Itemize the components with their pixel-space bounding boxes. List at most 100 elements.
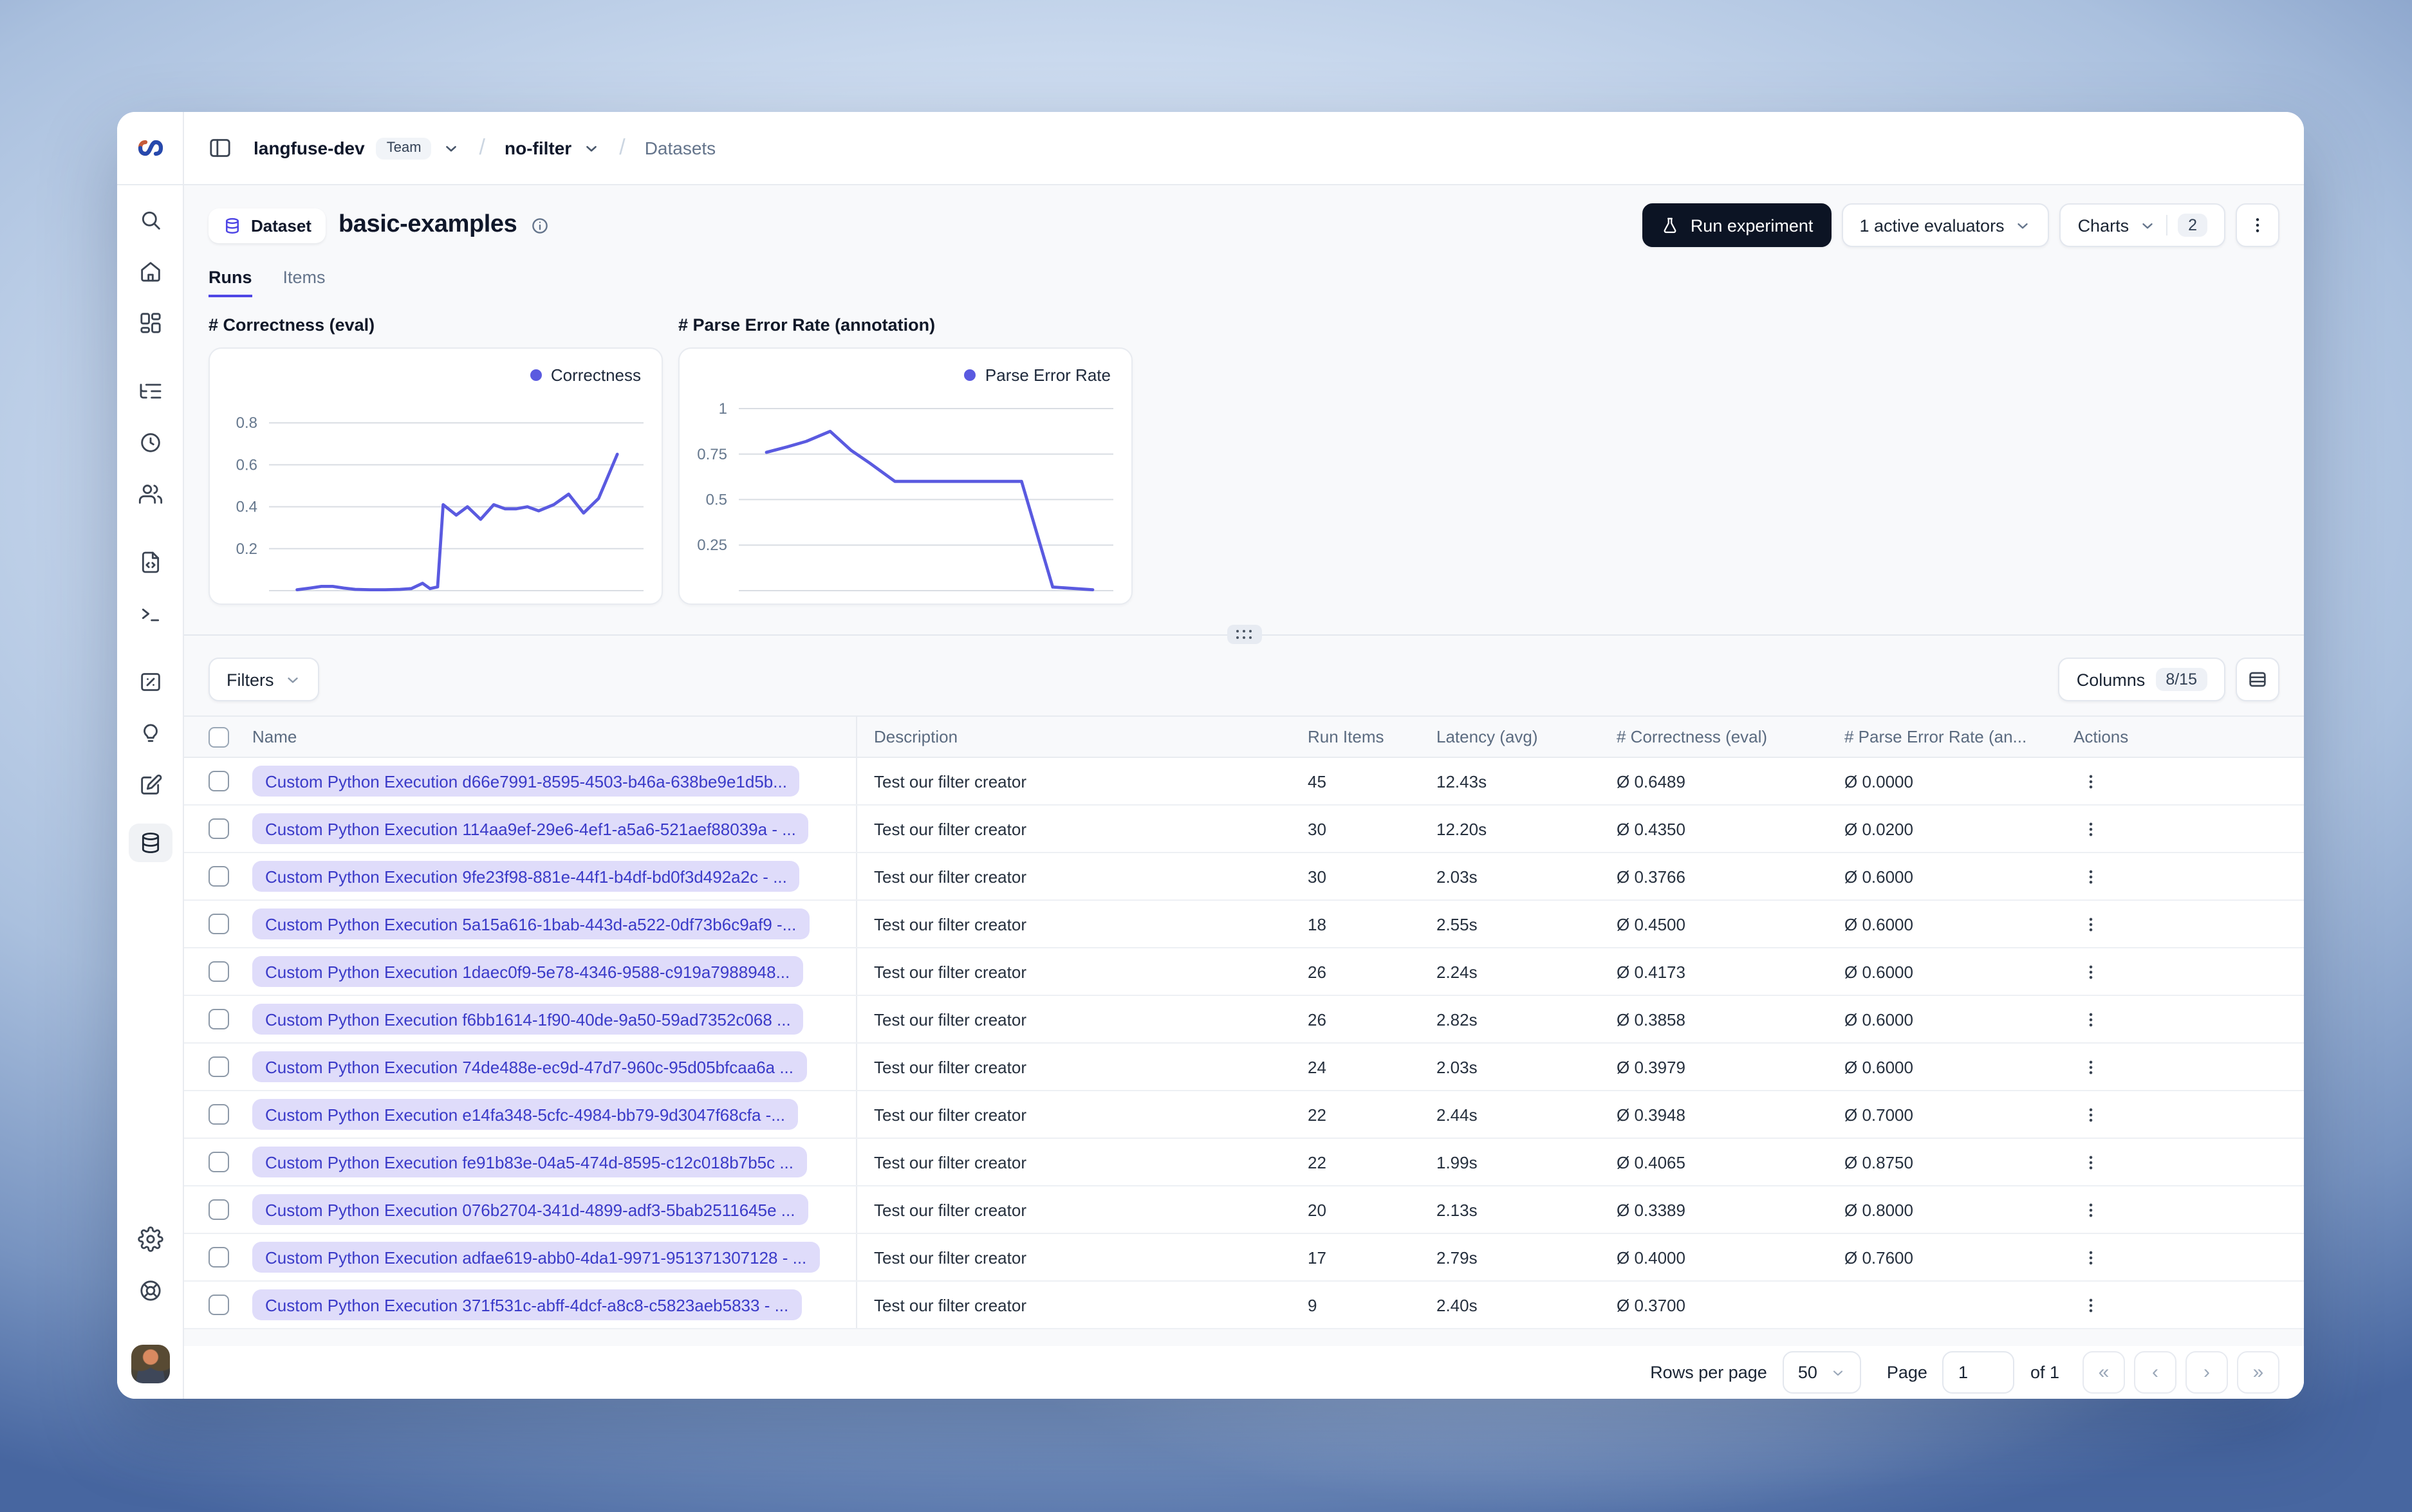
row-actions-button[interactable] <box>2073 860 2107 893</box>
run-name-link[interactable]: Custom Python Execution 371f531c-abff-4d… <box>252 1289 802 1320</box>
run-latency: 1.99s <box>1436 1152 1478 1172</box>
row-actions-button[interactable] <box>2073 1193 2107 1226</box>
row-checkbox[interactable] <box>209 1056 229 1077</box>
sidebar-item-llm-judge[interactable] <box>131 721 169 746</box>
chart-card: Parse Error Rate 0.25 0.5 0.75 1 <box>678 347 1133 605</box>
chart-parse-error-rate: # Parse Error Rate (annotation) Parse Er… <box>678 315 1133 605</box>
sidebar-item-settings[interactable] <box>131 1226 169 1252</box>
run-latency: 2.44s <box>1436 1105 1478 1124</box>
chevron-down-icon[interactable] <box>443 140 460 156</box>
run-experiment-button[interactable]: Run experiment <box>1642 203 1832 247</box>
run-name-link[interactable]: Custom Python Execution fe91b83e-04a5-47… <box>252 1147 807 1177</box>
row-actions-button[interactable] <box>2073 1288 2107 1322</box>
chevron-down-icon[interactable] <box>583 140 600 156</box>
breadcrumb-environment[interactable]: no-filter <box>505 138 571 158</box>
row-height-button[interactable] <box>2236 658 2279 701</box>
row-checkbox[interactable] <box>209 866 229 887</box>
legend-dot <box>964 369 976 381</box>
tab-runs[interactable]: Runs <box>209 268 252 297</box>
run-name-link[interactable]: Custom Python Execution 114aa9ef-29e6-4e… <box>252 813 809 844</box>
sidebar-item-home[interactable] <box>131 259 169 284</box>
columns-button[interactable]: Columns 8/15 <box>2058 658 2225 701</box>
filters-button[interactable]: Filters <box>209 658 319 701</box>
run-name-link[interactable]: Custom Python Execution 1daec0f9-5e78-43… <box>252 956 803 987</box>
sidebar-item-users[interactable] <box>131 481 169 507</box>
columns-label: Columns <box>2076 670 2146 689</box>
row-actions-button[interactable] <box>2073 764 2107 798</box>
row-checkbox[interactable] <box>209 1199 229 1220</box>
charts-dropdown[interactable]: Charts 2 <box>2059 203 2225 247</box>
sidebar-item-annotation[interactable] <box>131 772 169 798</box>
run-name-link[interactable]: Custom Python Execution e14fa348-5cfc-49… <box>252 1099 798 1130</box>
row-checkbox[interactable] <box>209 1104 229 1125</box>
sidebar-toggle-icon[interactable] <box>207 135 233 161</box>
run-name-link[interactable]: Custom Python Execution f6bb1614-1f90-40… <box>252 1004 804 1035</box>
breadcrumb-section[interactable]: Datasets <box>645 138 716 158</box>
sidebar-item-tracing[interactable] <box>131 378 169 404</box>
row-actions-button[interactable] <box>2073 1240 2107 1274</box>
file-code-icon <box>141 551 159 573</box>
run-name-link[interactable]: Custom Python Execution 9fe23f98-881e-44… <box>252 861 800 892</box>
row-actions-button[interactable] <box>2073 812 2107 845</box>
row-checkbox[interactable] <box>209 1295 229 1315</box>
run-correctness-avg: Ø 0.6489 <box>1617 771 1685 791</box>
run-description: Test our filter creator <box>874 1200 1026 1219</box>
sidebar-item-dashboards[interactable] <box>131 310 169 336</box>
gear-icon <box>137 1226 163 1252</box>
row-actions-button[interactable] <box>2073 1145 2107 1179</box>
sidebar-item-scores[interactable] <box>131 669 169 695</box>
kebab-menu-icon <box>2088 869 2092 883</box>
sidebar-item-sessions[interactable] <box>131 430 169 456</box>
rows-per-page-select[interactable]: 50 <box>1782 1351 1861 1394</box>
list-tree-icon <box>139 383 161 399</box>
row-actions-button[interactable] <box>2073 1098 2107 1131</box>
evaluators-dropdown[interactable]: 1 active evaluators <box>1841 203 2050 247</box>
run-items-count: 20 <box>1308 1200 1326 1219</box>
row-actions-button[interactable] <box>2073 907 2107 941</box>
rows-per-page-value: 50 <box>1797 1363 1817 1382</box>
sidebar-item-datasets[interactable] <box>128 824 172 862</box>
search-icon <box>141 211 160 230</box>
next-page-button[interactable]: › <box>2185 1351 2228 1394</box>
user-avatar[interactable] <box>131 1345 169 1383</box>
prev-page-button[interactable]: ‹ <box>2134 1351 2176 1394</box>
row-actions-button[interactable] <box>2073 1050 2107 1083</box>
more-actions-button[interactable] <box>2236 203 2279 247</box>
first-page-button[interactable]: « <box>2083 1351 2125 1394</box>
row-checkbox[interactable] <box>209 1247 229 1268</box>
row-checkbox[interactable] <box>209 1009 229 1029</box>
run-name-link[interactable]: Custom Python Execution d66e7991-8595-45… <box>252 766 800 797</box>
sidebar-item-prompts[interactable] <box>131 549 169 575</box>
table-body: Custom Python Execution d66e7991-8595-45… <box>184 758 2304 1329</box>
row-checkbox[interactable] <box>209 1152 229 1172</box>
run-experiment-label: Run experiment <box>1690 216 1814 235</box>
terminal-icon <box>141 608 159 622</box>
last-page-button[interactable]: » <box>2237 1351 2279 1394</box>
row-checkbox[interactable] <box>209 961 229 982</box>
legend-label: Correctness <box>550 365 641 385</box>
tab-items[interactable]: Items <box>283 268 326 297</box>
row-checkbox[interactable] <box>209 914 229 934</box>
sidebar-item-support[interactable] <box>131 1278 169 1304</box>
run-name-link[interactable]: Custom Python Execution 076b2704-341d-48… <box>252 1194 808 1225</box>
info-icon[interactable] <box>530 216 549 235</box>
svg-text:0.25: 0.25 <box>697 537 727 554</box>
sidebar-item-playground[interactable] <box>131 601 169 627</box>
row-actions-button[interactable] <box>2073 1002 2107 1036</box>
langfuse-logo[interactable] <box>117 112 183 185</box>
row-checkbox[interactable] <box>209 771 229 791</box>
page-number-input[interactable] <box>1942 1351 2015 1394</box>
run-correctness-avg: Ø 0.4350 <box>1617 819 1685 838</box>
sidebar-item-search[interactable] <box>131 207 169 233</box>
run-name-link[interactable]: Custom Python Execution 5a15a616-1bab-44… <box>252 908 810 939</box>
resize-drag-handle[interactable] <box>1227 625 1261 644</box>
kebab-menu-icon <box>2088 822 2092 836</box>
run-latency: 2.79s <box>1436 1248 1478 1267</box>
breadcrumb-project[interactable]: langfuse-dev <box>254 138 365 158</box>
run-name-link[interactable]: Custom Python Execution adfae619-abb0-4d… <box>252 1242 820 1273</box>
row-actions-button[interactable] <box>2073 955 2107 988</box>
select-all-checkbox[interactable] <box>209 726 229 747</box>
run-name-link[interactable]: Custom Python Execution 74de488e-ec9d-47… <box>252 1051 807 1082</box>
row-checkbox[interactable] <box>209 818 229 839</box>
run-latency: 12.43s <box>1436 771 1487 791</box>
